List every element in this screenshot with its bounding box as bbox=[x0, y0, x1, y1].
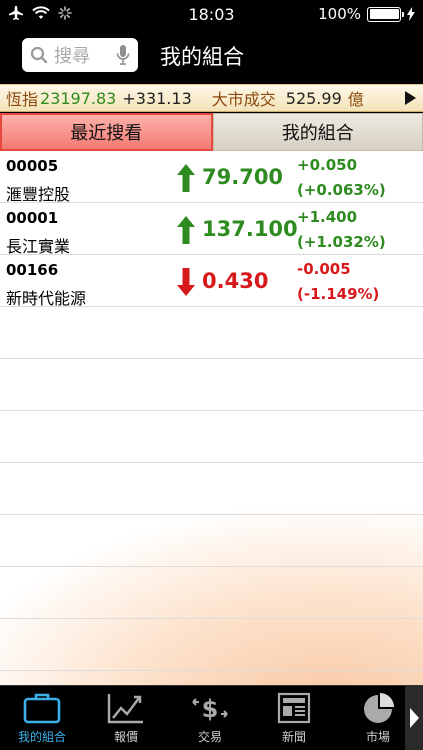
microphone-icon[interactable] bbox=[116, 44, 130, 66]
charging-bolt-icon bbox=[407, 7, 415, 21]
battery-icon bbox=[367, 6, 404, 22]
segment-tabs: 最近搜看 我的組合 bbox=[0, 113, 423, 151]
stock-change: +0.050 bbox=[297, 156, 358, 174]
tabbar-label: 我的組合 bbox=[17, 730, 66, 744]
tabbar-label: 市場 bbox=[365, 730, 390, 744]
tabbar-news[interactable]: 新聞 bbox=[252, 692, 336, 745]
empty-row bbox=[0, 567, 423, 619]
stock-change: +1.400 bbox=[297, 208, 358, 226]
stock-price: 79.700 bbox=[202, 165, 284, 189]
stock-price: 137.100 bbox=[202, 217, 298, 241]
index-value: 23197.83 bbox=[40, 88, 117, 108]
stock-change-percent: (+1.032%) bbox=[297, 233, 386, 251]
status-bar: 18:03 100% bbox=[0, 0, 423, 28]
empty-row bbox=[0, 359, 423, 411]
battery-percent: 100% bbox=[318, 5, 361, 23]
empty-row bbox=[0, 619, 423, 671]
stock-name: 滙豐控股 bbox=[6, 185, 71, 204]
stock-row[interactable]: 00001 長江實業 137.100 +1.400 (+1.032%) bbox=[0, 203, 423, 256]
up-arrow-icon bbox=[177, 164, 195, 192]
stock-change: -0.005 bbox=[297, 260, 351, 278]
chevron-right-icon bbox=[410, 708, 419, 728]
stock-name: 新時代能源 bbox=[6, 289, 87, 308]
briefcase-icon bbox=[23, 693, 61, 724]
stock-price: 0.430 bbox=[202, 269, 269, 293]
dollar-arrows-icon: $ bbox=[192, 695, 228, 723]
tab-portfolio[interactable]: 我的組合 bbox=[212, 113, 423, 151]
chart-icon bbox=[107, 694, 143, 724]
up-arrow-icon bbox=[177, 216, 195, 244]
stock-row[interactable]: 00005 滙豐控股 79.700 +0.050 (+0.063%) bbox=[0, 151, 423, 204]
down-arrow-icon bbox=[177, 268, 195, 296]
page-title: 我的組合 bbox=[160, 45, 244, 69]
empty-row bbox=[0, 515, 423, 567]
tabbar-label: 交易 bbox=[197, 730, 222, 744]
stock-change-percent: (+0.063%) bbox=[297, 181, 386, 199]
empty-row bbox=[0, 307, 423, 359]
turnover-unit: 億 bbox=[347, 90, 364, 109]
search-placeholder: 搜尋 bbox=[54, 46, 90, 67]
nav-bar: 搜尋 我的組合 bbox=[0, 28, 423, 84]
empty-row bbox=[0, 411, 423, 463]
tab-recent[interactable]: 最近搜看 bbox=[0, 113, 213, 151]
turnover-value: 525.99 bbox=[285, 88, 342, 108]
tabbar-quotes[interactable]: 報價 bbox=[84, 692, 168, 745]
pie-chart-icon bbox=[364, 693, 394, 723]
index-change: +331.13 bbox=[122, 88, 192, 108]
stock-code: 00005 bbox=[6, 157, 59, 175]
stock-change-percent: (-1.149%) bbox=[297, 285, 380, 303]
newspaper-icon bbox=[277, 692, 311, 724]
svg-text:$: $ bbox=[202, 695, 219, 723]
market-ticker[interactable]: 恆指 23197.83 +331.13 大市成交 525.99 億 bbox=[0, 84, 423, 112]
tabbar-trade[interactable]: $ 交易 bbox=[168, 692, 252, 745]
stock-name: 長江實業 bbox=[6, 237, 71, 256]
search-icon bbox=[30, 46, 48, 64]
tabbar-label: 報價 bbox=[113, 730, 138, 744]
search-input[interactable]: 搜尋 bbox=[22, 38, 138, 72]
empty-row bbox=[0, 463, 423, 515]
turnover-label: 大市成交 bbox=[211, 90, 276, 109]
stock-code: 00166 bbox=[6, 261, 59, 279]
tabbar-portfolio[interactable]: 我的組合 bbox=[0, 692, 84, 745]
play-arrow-icon[interactable] bbox=[401, 88, 419, 108]
bottom-tab-bar: 我的組合 報價 $ 交易 新聞 市場 bbox=[0, 685, 423, 750]
index-label: 恆指 bbox=[6, 90, 39, 109]
more-tabs-button[interactable] bbox=[405, 686, 423, 750]
tabbar-label: 新聞 bbox=[281, 730, 306, 744]
stock-code: 00001 bbox=[6, 209, 59, 227]
stock-list: 00005 滙豐控股 79.700 +0.050 (+0.063%) 00001… bbox=[0, 151, 423, 685]
stock-row[interactable]: 00166 新時代能源 0.430 -0.005 (-1.149%) bbox=[0, 255, 423, 308]
status-right: 100% bbox=[318, 5, 415, 23]
